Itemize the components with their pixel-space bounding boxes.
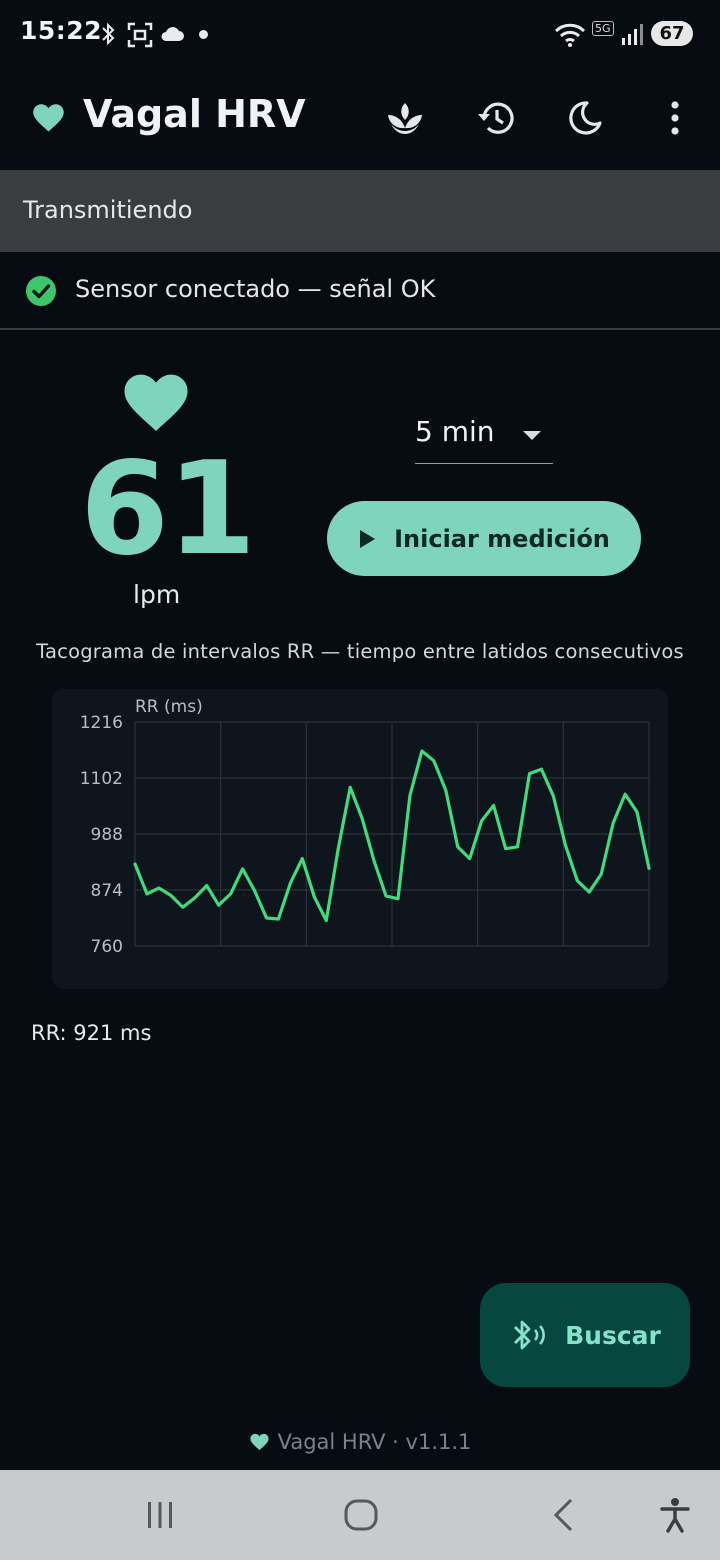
- footer-text: Vagal HRV · v1.1.1: [277, 1430, 472, 1454]
- signal-icon: [622, 24, 643, 45]
- night-mode-button[interactable]: [555, 88, 615, 148]
- y-tick-label: 760: [91, 937, 123, 957]
- sensor-status-text: Sensor conectado — señal OK: [75, 275, 436, 303]
- start-measurement-button[interactable]: Iniciar medición: [327, 501, 641, 576]
- screenshot-icon: [127, 22, 153, 48]
- rr-tachogram-chart: 1216 1102 988 874 760 RR (ms): [80, 697, 651, 957]
- meditation-icon: [388, 103, 422, 134]
- cloud-icon: [161, 27, 184, 41]
- duration-dropdown[interactable]: 5 min: [415, 405, 553, 464]
- check-circle-icon: [26, 276, 56, 306]
- heart-rate-icon: [124, 374, 188, 431]
- more-options-button[interactable]: [645, 88, 705, 148]
- y-tick-label: 1102: [80, 769, 123, 789]
- heart-rate-value: 61: [80, 435, 256, 584]
- history-icon: [478, 102, 514, 134]
- y-axis-label: RR (ms): [135, 697, 203, 717]
- more-vert-icon: [671, 101, 679, 135]
- footer-heart-icon: [250, 1433, 269, 1451]
- bluetooth-search-icon: [514, 1320, 545, 1350]
- y-tick-label: 988: [91, 825, 123, 845]
- dot-icon: [199, 30, 208, 39]
- accessibility-icon: [660, 1498, 690, 1533]
- accessibility-button[interactable]: [645, 1490, 705, 1540]
- back-icon: [553, 1498, 573, 1532]
- rr-interval-readout: RR: 921 ms: [31, 1021, 152, 1045]
- status-time: 15:22: [20, 16, 103, 45]
- heart-icon: [33, 104, 64, 132]
- wifi-icon: [554, 23, 586, 47]
- y-tick-label: 1216: [80, 713, 123, 733]
- footer: Vagal HRV · v1.1.1: [0, 1430, 720, 1454]
- scan-bluetooth-button[interactable]: Buscar: [480, 1283, 690, 1387]
- history-button[interactable]: [465, 88, 525, 148]
- banner-text: Transmitiendo: [23, 196, 193, 224]
- heart-rate-unit: lpm: [133, 580, 181, 609]
- duration-selected-value: 5 min: [415, 415, 495, 448]
- app-title: Vagal HRV: [83, 92, 306, 136]
- back-button[interactable]: [533, 1490, 593, 1540]
- scan-button-label: Buscar: [565, 1320, 661, 1350]
- home-icon: [344, 1499, 378, 1531]
- dropdown-arrow-icon: [523, 431, 541, 440]
- start-measurement-label: Iniciar medición: [394, 524, 610, 553]
- meditation-button[interactable]: [375, 88, 435, 148]
- network-type: 5G: [592, 21, 614, 36]
- battery-indicator: 67: [651, 21, 693, 46]
- bluetooth-icon: [102, 22, 115, 46]
- y-tick-label: 874: [91, 881, 123, 901]
- recent-apps-button[interactable]: [130, 1490, 190, 1540]
- night-mode-icon: [569, 101, 602, 135]
- play-icon: [360, 529, 376, 548]
- recent-apps-icon: [148, 1502, 172, 1528]
- home-button[interactable]: [331, 1490, 391, 1540]
- chart-caption: Tacograma de intervalos RR — tiempo entr…: [36, 640, 684, 663]
